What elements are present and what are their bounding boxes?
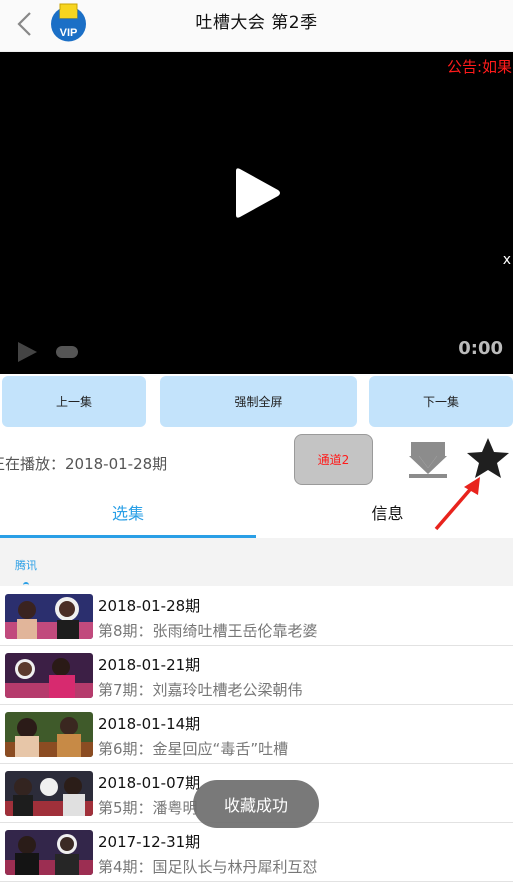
time-label: 0:00 (458, 338, 503, 359)
previous-episode-button[interactable]: 上一集 (2, 376, 146, 427)
episode-item[interactable]: 2018-01-21期 第7期：刘嘉玲吐槽老公梁朝伟 (0, 646, 513, 705)
episode-thumbnail (5, 712, 93, 757)
source-selector: 腾讯 (0, 538, 513, 586)
episode-thumbnail (5, 771, 93, 816)
source-tencent[interactable]: 腾讯 (15, 557, 37, 573)
episode-date: 2018-01-07期 (98, 774, 201, 792)
episode-item[interactable]: 2017-12-31期 第4期：国足队长与林丹犀利互怼 (0, 823, 513, 882)
episode-date: 2017-12-31期 (98, 833, 201, 851)
next-episode-button[interactable]: 下一集 (369, 376, 513, 427)
tab-episodes[interactable]: 选集 (0, 500, 256, 528)
progress-indicator[interactable] (56, 346, 78, 358)
episode-date: 2018-01-28期 (98, 597, 201, 615)
video-player[interactable]: 公告:如果 x 0:00 (0, 52, 513, 374)
close-ad-button[interactable]: x (503, 252, 511, 268)
source-indicator (23, 582, 29, 586)
episode-list: 2018-01-28期 第8期：张雨绮吐槽王岳伦靠老婆 2018-01-21期 … (0, 587, 513, 882)
episode-thumbnail (5, 594, 93, 639)
announcement-marquee: 公告:如果 (447, 58, 513, 76)
now-playing-text: 正在播放：2018-01-28期 (0, 455, 168, 473)
episode-item[interactable]: 2018-01-14期 第6期：金星回应“毒舌”吐槽 (0, 705, 513, 764)
tab-info[interactable]: 信息 (262, 500, 513, 528)
episode-item[interactable]: 2018-01-28期 第8期：张雨绮吐槽王岳伦靠老婆 (0, 587, 513, 646)
episode-title: 第7期：刘嘉玲吐槽老公梁朝伟 (98, 681, 303, 699)
small-play-icon[interactable] (16, 341, 38, 363)
episode-title: 第6期：金星回应“毒舌”吐槽 (98, 740, 289, 758)
episode-date: 2018-01-21期 (98, 656, 201, 674)
page-title: 吐槽大会 第2季 (195, 13, 318, 33)
episode-date: 2018-01-14期 (98, 715, 201, 733)
force-fullscreen-button[interactable]: 强制全屏 (160, 376, 357, 427)
episode-thumbnail (5, 830, 93, 875)
top-bar: VIP 吐槽大会 第2季 (0, 0, 513, 52)
episode-title: 第5期：潘粤明 (98, 799, 198, 817)
episode-title: 第8期：张雨绮吐槽王岳伦靠老婆 (98, 622, 318, 640)
channel-button[interactable]: 通道2 (294, 434, 373, 485)
episode-title: 第4期：国足队长与林丹犀利互怼 (98, 858, 318, 876)
control-button-row: 上一集 强制全屏 下一集 (0, 374, 513, 430)
play-icon[interactable] (232, 167, 282, 219)
episode-thumbnail (5, 653, 93, 698)
toast-notification: 收藏成功 (193, 780, 319, 828)
